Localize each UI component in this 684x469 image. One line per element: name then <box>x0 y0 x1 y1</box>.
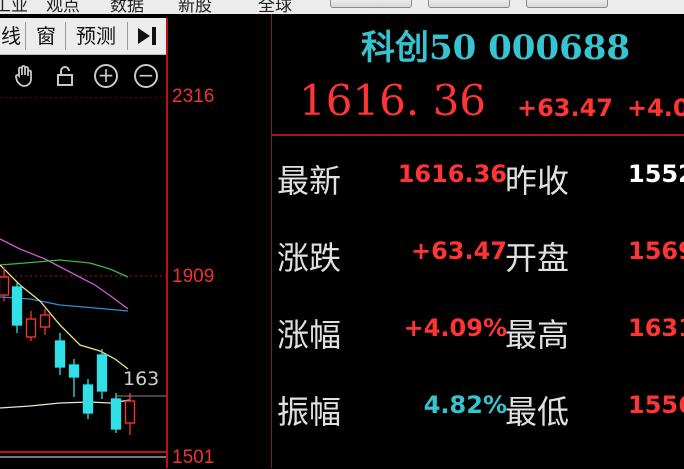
chart-toolbar: 线 窗 预测 <box>0 18 166 55</box>
row-value: 1616.36 <box>397 160 507 188</box>
candle <box>124 393 136 435</box>
quote-row: 最新 1616.36 昨收 1552 <box>277 156 684 200</box>
collapse-right-icon[interactable] <box>132 20 162 52</box>
menu-item-views[interactable]: 观点 <box>46 0 80 14</box>
toolbar-window-button[interactable]: 窗 <box>30 20 62 52</box>
quote-row: 涨幅 +4.09% 最高 1631 <box>277 310 684 354</box>
candle <box>39 309 51 335</box>
zoom-in-icon[interactable]: + <box>94 64 118 88</box>
candle <box>68 359 80 397</box>
row-label: 涨跌 <box>277 239 342 277</box>
quote-row: 涨跌 +63.47 开盘 1569 <box>277 233 684 277</box>
row-label: 最低 <box>505 393 570 431</box>
price-change-percent: +4.0 <box>627 94 684 122</box>
candle <box>11 283 23 333</box>
row-value: 1569 <box>628 237 684 265</box>
top-button-1[interactable] <box>330 0 412 8</box>
row-value: 1552 <box>628 160 684 188</box>
toolbar-forecast-button[interactable]: 预测 <box>70 20 122 52</box>
candle <box>82 379 94 419</box>
axis-label-mid: 1909 <box>172 266 215 287</box>
candles <box>0 267 136 435</box>
quote-separator <box>271 134 684 136</box>
quote-panel: 科创50 000688 1616. 36 +63.47 +4.0 最新 1616… <box>271 14 684 468</box>
menu-item-data[interactable]: 数据 <box>110 0 144 14</box>
toolbar-divider <box>65 22 66 50</box>
price-change: +63.47 <box>517 94 614 122</box>
row-value: +63.47 <box>410 237 507 265</box>
candle <box>54 333 66 375</box>
menu-item-global[interactable]: 全球 <box>258 0 292 14</box>
row-label: 振幅 <box>277 393 342 431</box>
quote-row: 振幅 4.82% 最低 1556 <box>277 387 684 431</box>
chart-tool-row: + − <box>0 55 166 97</box>
toolbar-line-button[interactable]: 线 <box>0 20 22 52</box>
menu-item-ipo[interactable]: 新股 <box>178 0 212 14</box>
stock-title: 科创50 000688 <box>361 28 631 68</box>
candle <box>110 393 122 433</box>
row-label: 昨收 <box>505 162 570 200</box>
top-button-3[interactable] <box>526 0 608 8</box>
candle <box>96 349 108 399</box>
row-label: 最高 <box>505 316 570 354</box>
toolbar-divider <box>25 22 26 50</box>
lock-icon[interactable] <box>53 64 77 88</box>
current-price: 1616. 36 <box>299 76 487 125</box>
row-value: 1556 <box>628 391 684 419</box>
current-price-tag: 163 <box>123 368 159 390</box>
row-label: 涨幅 <box>277 316 342 354</box>
menu-item-industry[interactable]: 工业 <box>0 0 28 14</box>
top-button-2[interactable] <box>428 0 510 8</box>
row-value: 1631 <box>628 314 684 342</box>
row-value: 4.82% <box>423 391 507 419</box>
ma-line <box>0 399 131 409</box>
top-menu-bar: 工业 观点 数据 新股 全球 <box>0 0 684 14</box>
row-value: +4.09% <box>403 314 507 342</box>
candlestick-chart[interactable]: 163 <box>0 97 166 468</box>
axis-label-top: 2316 <box>172 86 215 107</box>
zoom-out-icon[interactable]: − <box>134 64 158 88</box>
chart-right-border <box>166 18 168 468</box>
row-label: 最新 <box>277 162 342 200</box>
row-label: 开盘 <box>505 239 570 277</box>
candle <box>25 311 37 341</box>
hand-icon[interactable] <box>12 64 36 88</box>
axis-label-bottom: 1501 <box>172 447 215 468</box>
panel-divider <box>271 14 272 468</box>
toolbar-divider <box>127 22 128 50</box>
